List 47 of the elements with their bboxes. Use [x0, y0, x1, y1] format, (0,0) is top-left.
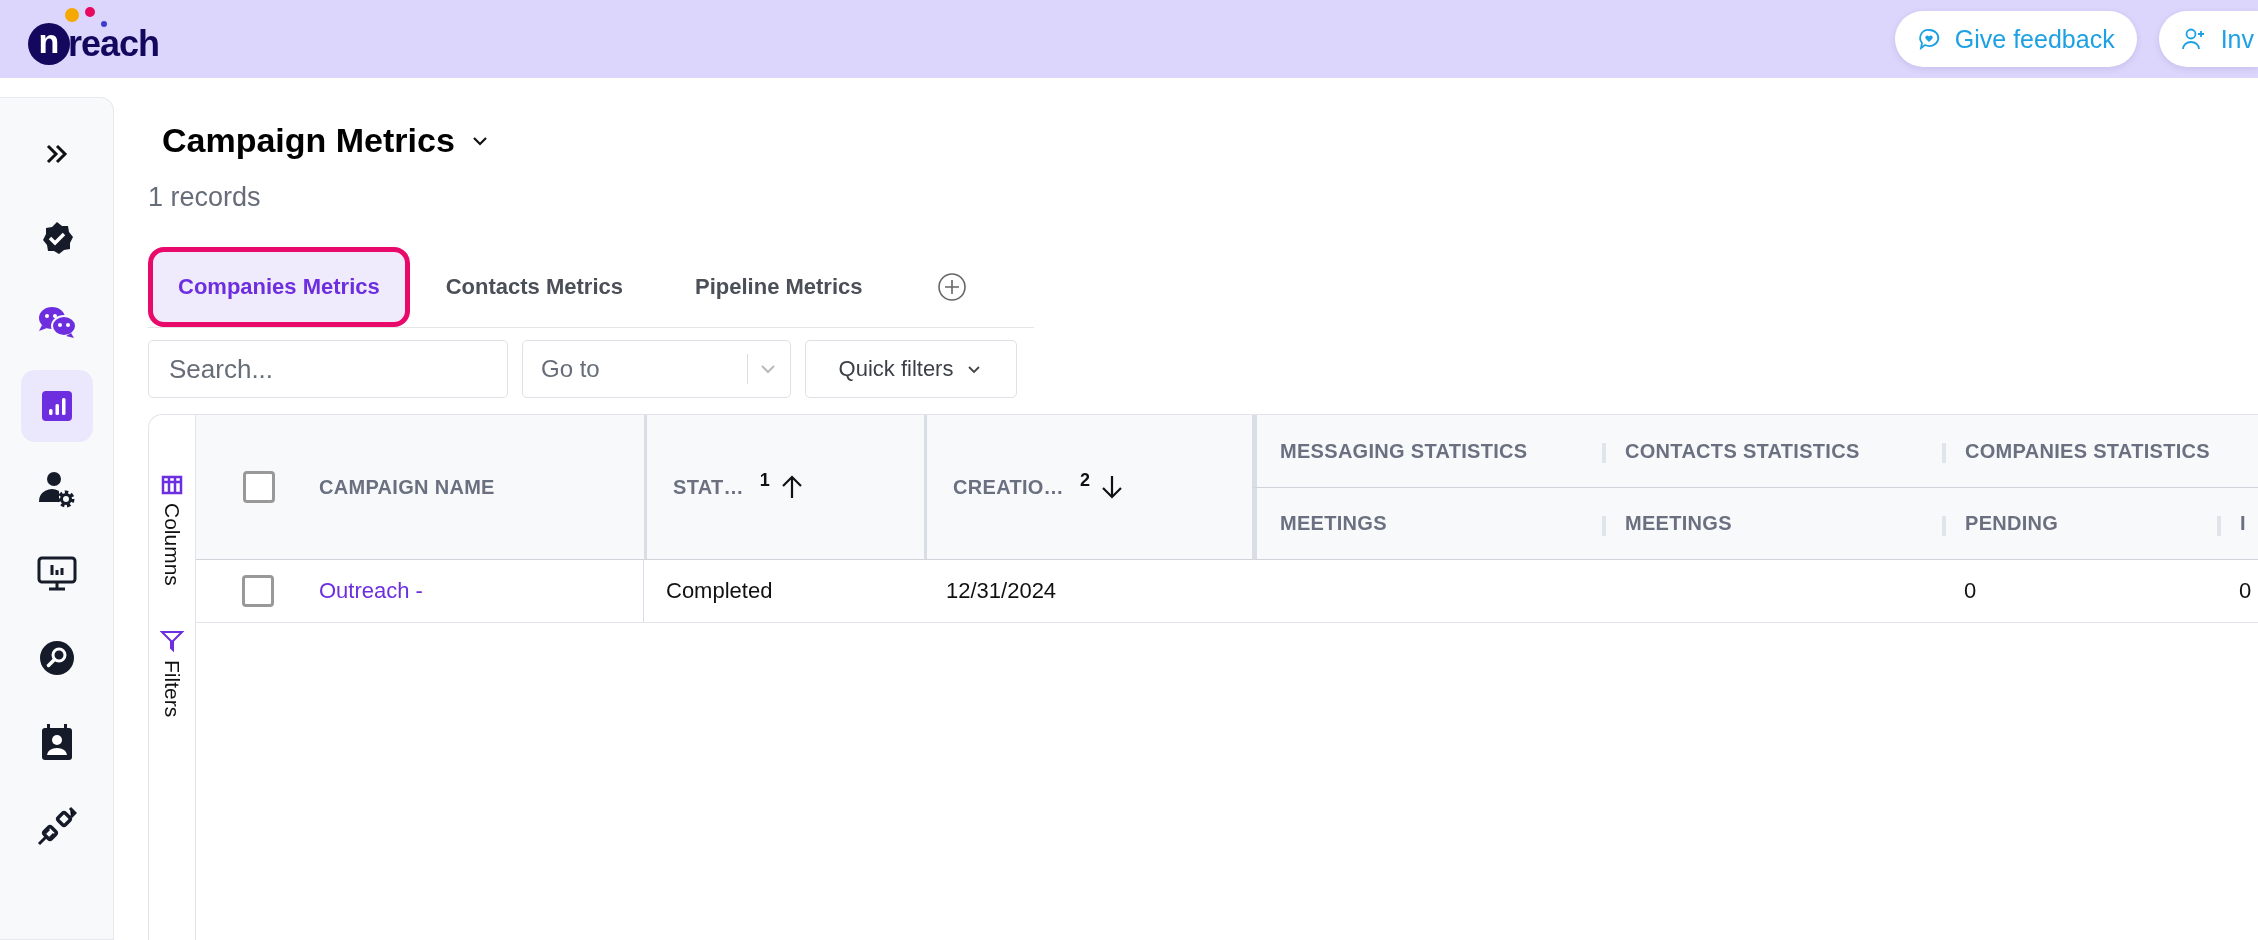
tab[interactable]: Companies Metrics	[148, 247, 410, 327]
side-panel-label[interactable]: Filters	[160, 659, 184, 718]
sort-order: 2	[1079, 469, 1091, 491]
group-header: COMPANIES STATISTICS	[1942, 415, 2258, 488]
column-header[interactable]: STAT… 1	[644, 415, 924, 560]
sort-order: 1	[759, 469, 771, 491]
filter-icon[interactable]	[160, 629, 184, 652]
search-field[interactable]: Search...	[148, 340, 508, 398]
header-button[interactable]: Give feedback	[1894, 11, 2137, 67]
table-cell: 0	[1964, 578, 1977, 604]
side-panel-label[interactable]: Columns	[160, 503, 184, 586]
table-cell: Completed	[666, 578, 773, 604]
logo-text: reach	[68, 23, 160, 65]
tab[interactable]: Pipeline Metrics	[659, 247, 899, 327]
group-header: CONTACTS STATISTICS	[1602, 415, 1942, 488]
contact-card-icon	[39, 723, 74, 761]
user-settings-icon	[36, 470, 77, 510]
bar-chart-icon	[40, 390, 73, 422]
sort-arrow-down-icon[interactable]	[1100, 474, 1125, 500]
chat-bubbles-icon	[36, 305, 77, 339]
checkbox[interactable]	[242, 471, 275, 503]
plug-icon	[36, 806, 77, 846]
tab[interactable]: Contacts Metrics	[409, 247, 659, 327]
column-header[interactable]: MEETINGS	[1602, 488, 1942, 560]
go-to-dropdown[interactable]: Go to	[522, 340, 791, 398]
search-icon	[38, 640, 75, 676]
checkbox[interactable]	[242, 575, 274, 607]
table-cell: 0	[2239, 578, 2252, 604]
columns-icon[interactable]	[161, 475, 183, 495]
feedback-icon	[1916, 27, 1941, 51]
add-tab-icon[interactable]	[936, 272, 967, 302]
logo-mark: n	[28, 23, 70, 65]
column-header[interactable]: MEETINGS	[1252, 488, 1602, 560]
header-button[interactable]: Inv	[2158, 11, 2258, 67]
table-cell: 12/31/2024	[946, 578, 1057, 604]
group-header: MESSAGING STATISTICS	[1252, 415, 1602, 488]
quick-filters-button[interactable]: Quick filters	[805, 340, 1017, 398]
column-header[interactable]: I	[2217, 488, 2258, 560]
column-header[interactable]: CAMPAIGN NAME	[297, 415, 644, 560]
monitor-chart-icon	[36, 556, 77, 592]
column-header[interactable]: PENDING	[1942, 488, 2217, 560]
nav-item[interactable]	[20, 370, 93, 442]
campaign-link[interactable]: Outreach -	[319, 578, 423, 604]
record-count: 1 records	[148, 182, 262, 213]
column-header[interactable]: CREATIO… 2	[924, 415, 1252, 560]
add-user-icon	[2180, 27, 2207, 51]
page-title: Campaign Metrics	[162, 121, 455, 160]
